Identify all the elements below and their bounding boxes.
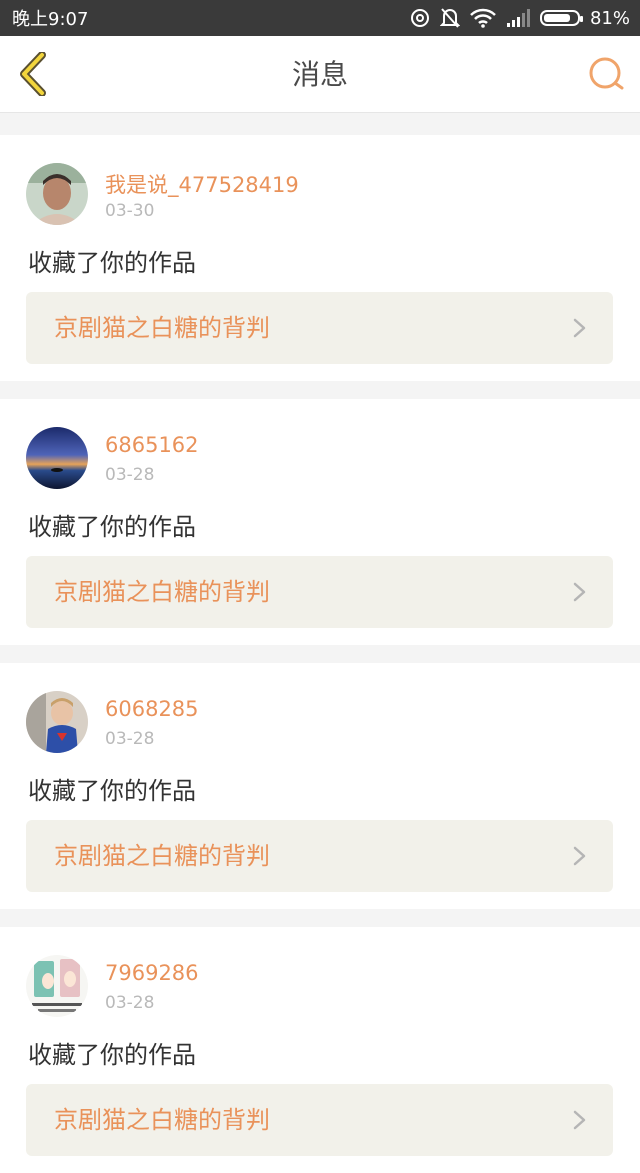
work-link[interactable]: 京剧猫之白糖的背判 <box>26 292 613 364</box>
chevron-right-icon <box>573 1110 586 1130</box>
message-item: 6865162 03-28 收藏了你的作品 京剧猫之白糖的背判 <box>0 399 640 645</box>
message-date: 03-28 <box>105 465 155 485</box>
avatar-image <box>26 691 88 753</box>
item-separator <box>0 909 640 927</box>
username[interactable]: 6865162 <box>105 433 199 457</box>
username[interactable]: 7969286 <box>105 961 199 985</box>
work-link[interactable]: 京剧猫之白糖的背判 <box>26 820 613 892</box>
search-icon[interactable] <box>586 54 626 94</box>
message-action: 收藏了你的作品 <box>28 1041 196 1069</box>
message-list: 我是说_477528419 03-30 收藏了你的作品 京剧猫之白糖的背判 68… <box>0 113 640 1173</box>
avatar[interactable] <box>26 427 88 489</box>
location-icon <box>410 9 429 27</box>
battery-percent: 81% <box>589 7 630 29</box>
avatar-image <box>26 955 88 1017</box>
message-date: 03-30 <box>105 201 155 221</box>
message-action: 收藏了你的作品 <box>28 249 196 277</box>
work-link[interactable]: 京剧猫之白糖的背判 <box>26 556 613 628</box>
message-action: 收藏了你的作品 <box>28 513 196 541</box>
chevron-right-icon <box>573 846 586 866</box>
status-icons: 81% <box>410 7 630 29</box>
message-action: 收藏了你的作品 <box>28 777 196 805</box>
wifi-icon <box>470 8 496 28</box>
avatar[interactable] <box>26 163 88 225</box>
chevron-right-icon <box>573 582 586 602</box>
message-date: 03-28 <box>105 993 155 1013</box>
page-title: 消息 <box>291 58 348 91</box>
status-time: 晚上9:07 <box>12 9 89 30</box>
message-date: 03-28 <box>105 729 155 749</box>
username[interactable]: 6068285 <box>105 697 199 721</box>
status-bar: 晚上9:07 81% <box>0 0 640 36</box>
signal-icon <box>506 9 530 27</box>
avatar-image <box>26 163 88 225</box>
message-item: 我是说_477528419 03-30 收藏了你的作品 京剧猫之白糖的背判 <box>0 135 640 381</box>
nav-bar: 消息 <box>0 36 640 113</box>
item-separator <box>0 645 640 663</box>
avatar[interactable] <box>26 691 88 753</box>
message-item: 6068285 03-28 收藏了你的作品 京剧猫之白糖的背判 <box>0 663 640 909</box>
work-title: 京剧猫之白糖的背判 <box>54 578 270 606</box>
work-title: 京剧猫之白糖的背判 <box>54 1106 270 1134</box>
avatar-image <box>26 427 88 489</box>
work-title: 京剧猫之白糖的背判 <box>54 314 270 342</box>
item-separator <box>0 381 640 399</box>
work-link[interactable]: 京剧猫之白糖的背判 <box>26 1084 613 1156</box>
message-item: 7969286 03-28 收藏了你的作品 京剧猫之白糖的背判 <box>0 927 640 1173</box>
list-top-gap <box>0 113 640 135</box>
battery-icon <box>539 10 583 26</box>
battery-fill <box>543 14 570 22</box>
chevron-right-icon <box>573 318 586 338</box>
avatar[interactable] <box>26 955 88 1017</box>
mute-bell-icon <box>439 8 460 28</box>
work-title: 京剧猫之白糖的背判 <box>54 842 270 870</box>
username[interactable]: 我是说_477528419 <box>105 169 299 199</box>
